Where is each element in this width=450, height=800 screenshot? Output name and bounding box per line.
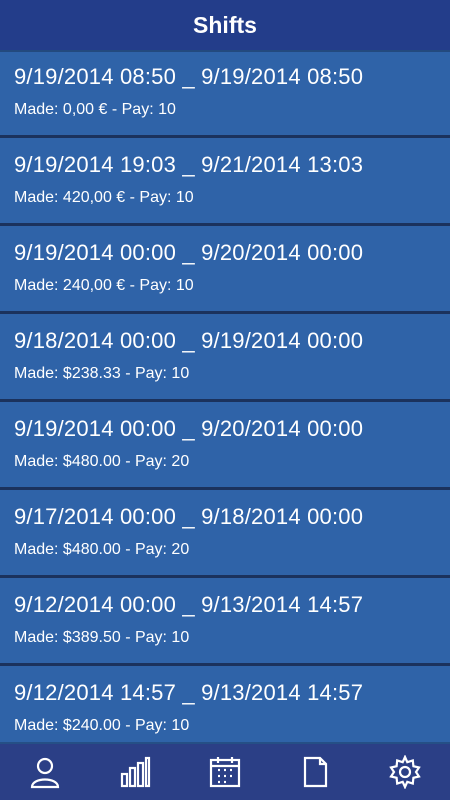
shift-item-4[interactable]: 9/18/2014 00:00 _ 9/19/2014 00:00 Made: …: [0, 314, 450, 402]
page-header: Shifts: [0, 0, 450, 50]
shift-date-range: 9/19/2014 00:00 _ 9/20/2014 00:00: [14, 240, 364, 265]
nav-stats-button[interactable]: [90, 744, 180, 800]
shift-date-range: 9/18/2014 00:00 _ 9/19/2014 00:00: [14, 328, 364, 353]
shift-item-3[interactable]: 9/19/2014 00:00 _ 9/20/2014 00:00 Made: …: [0, 226, 450, 314]
shift-date-range: 9/17/2014 00:00 _ 9/18/2014 00:00: [14, 504, 364, 529]
shift-earnings: Made: $238.33 - Pay: 10: [14, 365, 190, 382]
nav-profile-button[interactable]: [0, 744, 90, 800]
gear-icon: [389, 755, 421, 789]
shift-earnings: Made: 240,00 € - Pay: 10: [14, 277, 194, 294]
page-title: Shifts: [193, 11, 257, 38]
shift-earnings: Made: $480.00 - Pay: 20: [14, 541, 190, 558]
document-icon: [303, 756, 328, 788]
nav-document-button[interactable]: [270, 744, 360, 800]
shift-date-range: 9/19/2014 00:00 _ 9/20/2014 00:00: [14, 416, 364, 441]
shift-list[interactable]: 9/19/2014 08:50 _ 9/19/2014 08:50 Made: …: [0, 50, 450, 744]
shift-date-range: 9/12/2014 00:00 _ 9/13/2014 14:57: [14, 592, 364, 617]
shift-item-2[interactable]: 9/19/2014 19:03 _ 9/21/2014 13:03 Made: …: [0, 138, 450, 226]
app-root: Shifts 9/19/2014 08:50 _ 9/19/2014 08:50…: [0, 0, 450, 800]
bottom-navigation: [0, 744, 450, 800]
nav-settings-button[interactable]: [360, 744, 450, 800]
shift-item-8[interactable]: 9/12/2014 14:57 _ 9/13/2014 14:57 Made: …: [0, 666, 450, 744]
bar-chart-icon: [120, 756, 151, 788]
shift-item-5[interactable]: 9/19/2014 00:00 _ 9/20/2014 00:00 Made: …: [0, 402, 450, 490]
shift-item-6[interactable]: 9/17/2014 00:00 _ 9/18/2014 00:00 Made: …: [0, 490, 450, 578]
shift-earnings: Made: $480.00 - Pay: 20: [14, 453, 190, 470]
shift-date-range: 9/12/2014 14:57 _ 9/13/2014 14:57: [14, 680, 364, 705]
shift-item-1[interactable]: 9/19/2014 08:50 _ 9/19/2014 08:50 Made: …: [0, 50, 450, 138]
calendar-icon: [209, 757, 241, 788]
shift-earnings: Made: 420,00 € - Pay: 10: [14, 189, 194, 206]
shift-item-7[interactable]: 9/12/2014 00:00 _ 9/13/2014 14:57 Made: …: [0, 578, 450, 666]
shift-date-range: 9/19/2014 19:03 _ 9/21/2014 13:03: [14, 152, 364, 177]
shift-earnings: Made: $389.50 - Pay: 10: [14, 629, 190, 646]
nav-calendar-button[interactable]: [180, 744, 270, 800]
shift-earnings: Made: 0,00 € - Pay: 10: [14, 101, 176, 118]
shift-earnings: Made: $240.00 - Pay: 10: [14, 717, 190, 734]
shift-date-range: 9/19/2014 08:50 _ 9/19/2014 08:50: [14, 64, 364, 89]
user-icon: [30, 757, 60, 789]
